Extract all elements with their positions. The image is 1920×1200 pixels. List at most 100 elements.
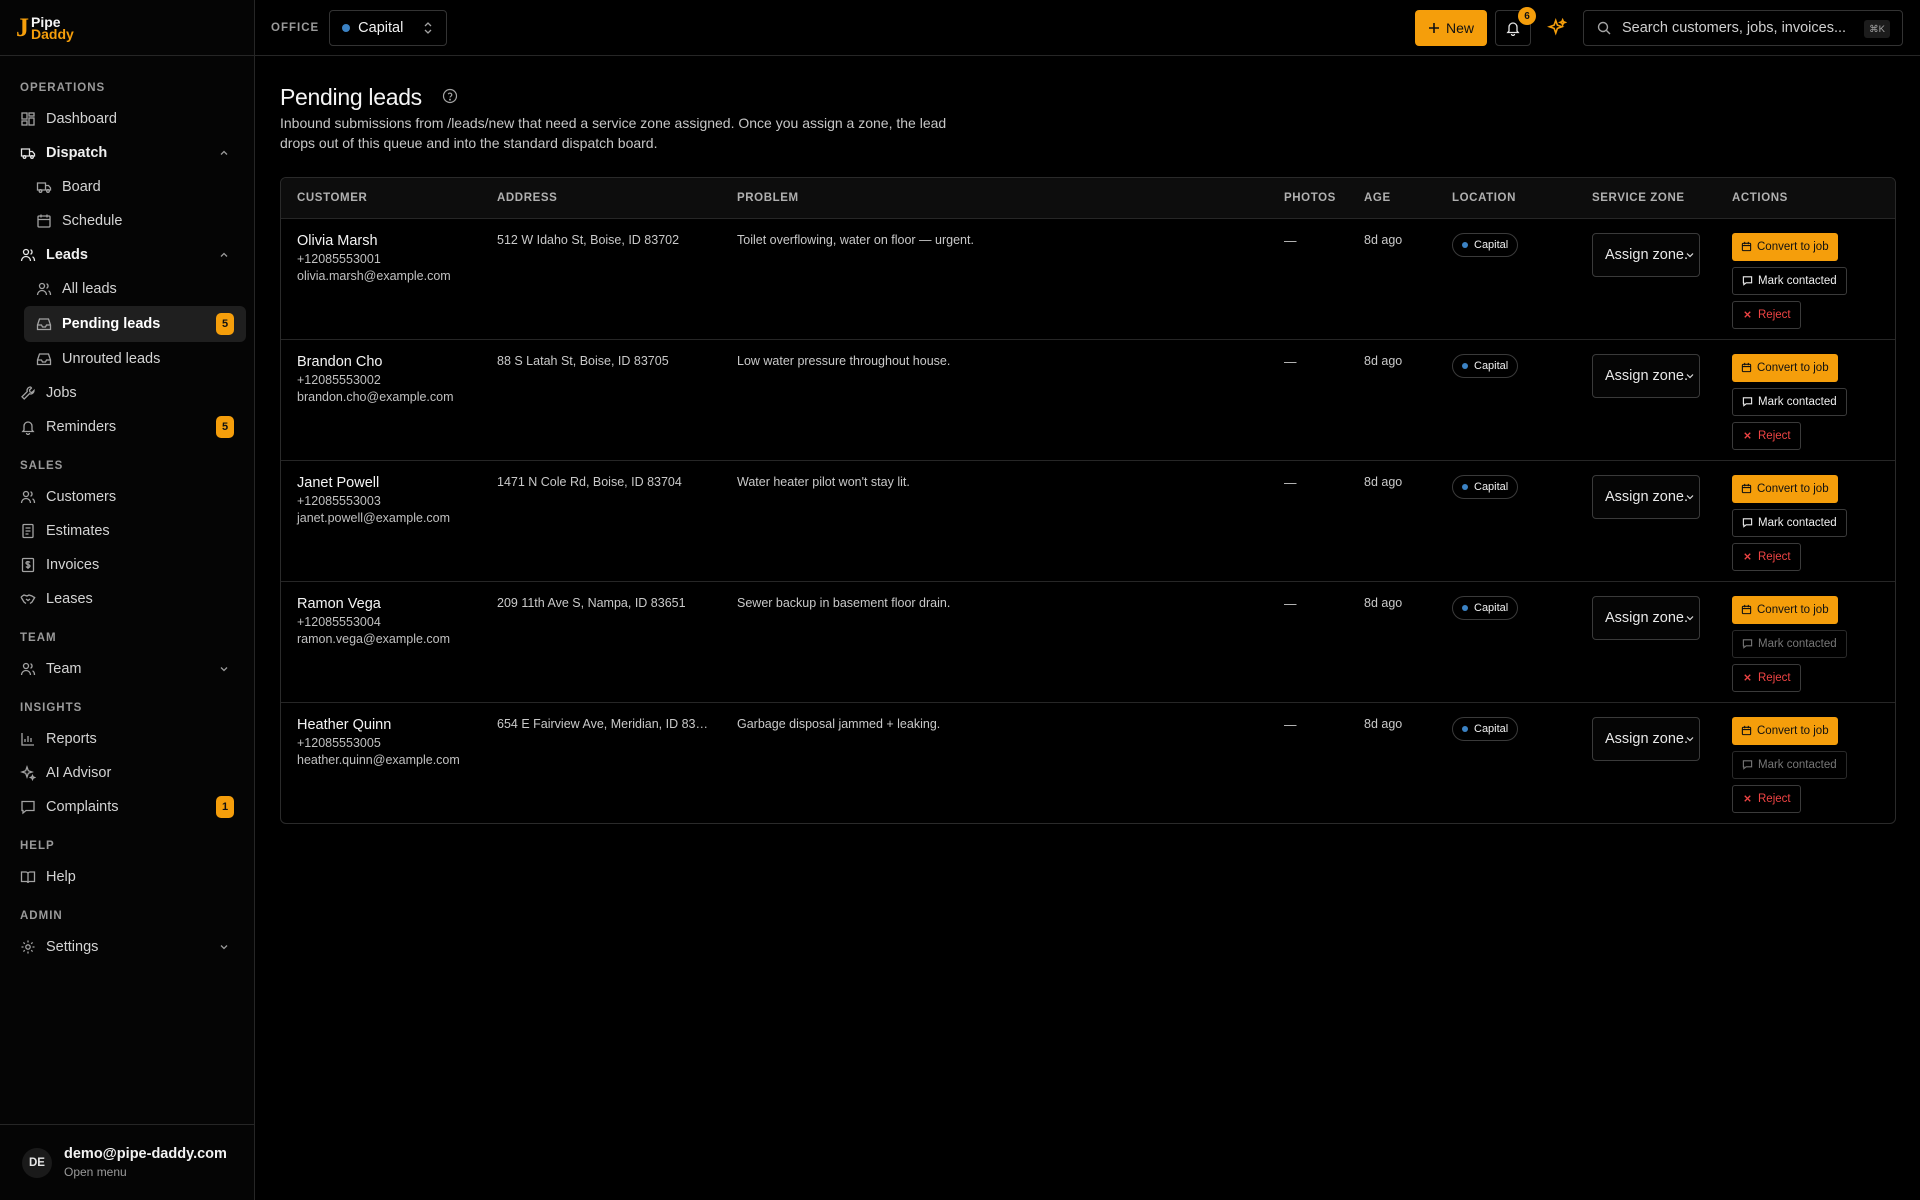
message-square-icon	[1742, 760, 1753, 770]
customer-phone[interactable]: +12085553001	[297, 252, 481, 266]
service-zone-select[interactable]: Assign zone...	[1592, 474, 1700, 519]
sidebar-item-pending-leads[interactable]: Pending leads 5	[24, 306, 246, 342]
header-location[interactable]: LOCATION	[1436, 178, 1576, 218]
convert-to-job-label: Convert to job	[1757, 240, 1829, 253]
table-row[interactable]: Janet Powell +12085553003 janet.powell@e…	[281, 460, 1895, 581]
header-customer[interactable]: CUSTOMER	[281, 178, 481, 218]
sidebar-item-complaints[interactable]: Complaints 1	[0, 790, 254, 824]
sidebar-item-label: Unrouted leads	[62, 351, 161, 367]
new-button[interactable]: New	[1415, 10, 1487, 46]
reject-button[interactable]: Reject	[1732, 784, 1801, 813]
chevron-down-icon[interactable]	[218, 941, 230, 953]
chevron-down-icon[interactable]	[218, 663, 230, 675]
sidebar-item-leads[interactable]: Leads	[0, 238, 254, 272]
customer-phone[interactable]: +12085553003	[297, 494, 481, 508]
mark-contacted-button[interactable]: Mark contacted	[1732, 266, 1847, 295]
sidebar-item-jobs[interactable]: Jobs	[0, 376, 254, 410]
reject-button[interactable]: Reject	[1732, 542, 1801, 571]
customer-email[interactable]: heather.quinn@example.com	[297, 753, 481, 767]
sidebar-item-board[interactable]: Board	[0, 170, 254, 204]
customer-name[interactable]: Ramon Vega	[297, 596, 481, 612]
service-zone-select[interactable]: Assign zone...	[1592, 232, 1700, 277]
sidebar-item-help[interactable]: Help	[0, 860, 254, 894]
notifications-button[interactable]: 6	[1495, 7, 1536, 46]
customer-phone[interactable]: +12085553002	[297, 373, 481, 387]
location-dot	[1462, 604, 1468, 611]
app-logo[interactable]: J Pipe Daddy	[16, 14, 74, 41]
receipt-icon	[21, 557, 35, 573]
customer-email[interactable]: olivia.marsh@example.com	[297, 269, 481, 283]
sidebar-item-customers[interactable]: Customers	[0, 480, 254, 514]
header-age[interactable]: AGE	[1348, 178, 1436, 218]
mark-contacted-button[interactable]: Mark contacted	[1732, 508, 1847, 537]
customer-email[interactable]: ramon.vega@example.com	[297, 632, 481, 646]
location-dot	[1462, 241, 1468, 248]
user-menu[interactable]: DE demo@pipe-daddy.com Open menu	[0, 1124, 254, 1200]
customer-email[interactable]: brandon.cho@example.com	[297, 390, 481, 404]
convert-to-job-button[interactable]: Convert to job	[1732, 232, 1838, 261]
chevron-up-icon[interactable]	[218, 249, 230, 261]
help-circle-icon[interactable]	[442, 88, 458, 104]
search-input[interactable]	[1622, 20, 1850, 36]
convert-to-job-button[interactable]: Convert to job	[1732, 353, 1838, 382]
sidebar-item-label: Reports	[46, 731, 97, 747]
page-title: Pending leads	[280, 84, 422, 110]
table-row[interactable]: Heather Quinn +12085553005 heather.quinn…	[281, 702, 1895, 823]
ai-assistant-button[interactable]	[1543, 14, 1571, 42]
sidebar-item-estimates[interactable]: Estimates	[0, 514, 254, 548]
service-zone-select[interactable]: Assign zone...	[1592, 353, 1700, 398]
sidebar-item-dispatch[interactable]: Dispatch	[0, 136, 254, 170]
sidebar-item-schedule[interactable]: Schedule	[0, 204, 254, 238]
customer-name[interactable]: Heather Quinn	[297, 717, 481, 733]
customer-name[interactable]: Janet Powell	[297, 475, 481, 491]
sidebar-item-team[interactable]: Team	[0, 652, 254, 686]
pending-leads-table: CUSTOMER ADDRESS PROBLEM PHOTOS AGE LOCA…	[280, 177, 1896, 824]
table-row[interactable]: Brandon Cho +12085553002 brandon.cho@exa…	[281, 339, 1895, 460]
chevron-up-icon[interactable]	[218, 147, 230, 159]
sidebar-item-invoices[interactable]: Invoices	[0, 548, 254, 582]
convert-to-job-button[interactable]: Convert to job	[1732, 716, 1838, 745]
sidebar-item-leases[interactable]: Leases	[0, 582, 254, 616]
office-select[interactable]: Capital	[329, 9, 448, 46]
reject-button[interactable]: Reject	[1732, 663, 1801, 692]
sidebar-item-ai-advisor[interactable]: AI Advisor	[0, 756, 254, 790]
customer-name[interactable]: Brandon Cho	[297, 354, 481, 370]
chevron-down-icon	[1686, 615, 1694, 620]
sidebar-item-label: Estimates	[46, 523, 110, 539]
users-icon	[20, 490, 36, 504]
message-square-icon	[1742, 276, 1753, 286]
customer-email[interactable]: janet.powell@example.com	[297, 511, 481, 525]
row-actions: Convert to job Mark contacted Reject	[1732, 474, 1895, 571]
lead-problem: Low water pressure throughout house.	[737, 353, 951, 368]
sidebar-item-dashboard[interactable]: Dashboard	[0, 102, 254, 136]
location-badge: Capital	[1452, 716, 1519, 741]
convert-to-job-button[interactable]: Convert to job	[1732, 474, 1838, 503]
header-address[interactable]: ADDRESS	[481, 178, 721, 218]
header-problem[interactable]: PROBLEM	[721, 178, 1268, 218]
row-actions: Convert to job Mark contacted Reject	[1732, 595, 1895, 692]
sidebar-item-settings[interactable]: Settings	[0, 930, 254, 964]
customer-phone[interactable]: +12085553004	[297, 615, 481, 629]
sidebar-item-reminders[interactable]: Reminders 5	[0, 410, 254, 444]
global-search[interactable]: ⌘K	[1583, 10, 1903, 46]
customer-name[interactable]: Olivia Marsh	[297, 233, 481, 249]
mark-contacted-button[interactable]: Mark contacted	[1732, 387, 1847, 416]
sidebar-item-label: Customers	[46, 489, 117, 505]
mark-contacted-button: Mark contacted	[1732, 750, 1847, 779]
reject-button[interactable]: Reject	[1732, 300, 1801, 329]
reject-button[interactable]: Reject	[1732, 421, 1801, 450]
table-row[interactable]: Olivia Marsh +12085553001 olivia.marsh@e…	[281, 218, 1895, 339]
table-row[interactable]: Ramon Vega +12085553004 ramon.vega@examp…	[281, 581, 1895, 702]
sidebar-item-all-leads[interactable]: All leads	[0, 272, 254, 306]
service-zone-select[interactable]: Assign zone...	[1592, 595, 1700, 640]
convert-to-job-button[interactable]: Convert to job	[1732, 595, 1838, 624]
customer-phone[interactable]: +12085553005	[297, 736, 481, 750]
reject-label: Reject	[1758, 792, 1791, 805]
sidebar-item-reports[interactable]: Reports	[0, 722, 254, 756]
sparkles-icon	[1547, 18, 1567, 36]
sidebar-item-unrouted-leads[interactable]: Unrouted leads	[0, 342, 254, 376]
service-zone-select[interactable]: Assign zone...	[1592, 716, 1700, 761]
message-square-icon	[21, 800, 35, 815]
header-photos[interactable]: PHOTOS	[1268, 178, 1348, 218]
header-service-zone[interactable]: SERVICE ZONE	[1576, 178, 1716, 218]
